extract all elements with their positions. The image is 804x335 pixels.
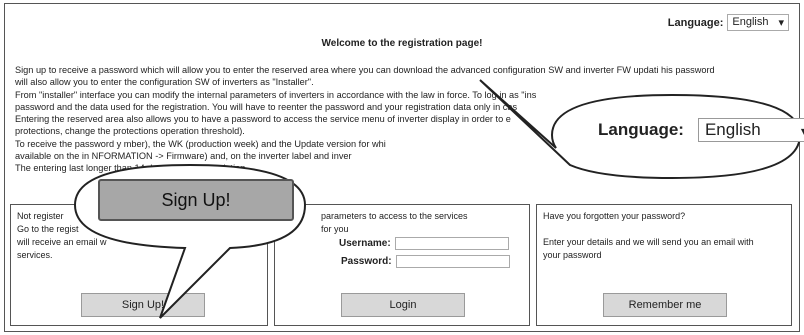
forgot-text-line: your password [543, 250, 602, 260]
forgot-spacer [543, 223, 785, 236]
language-callout-zoom: Language: English ▾ [598, 118, 804, 142]
signup-callout-button: Sign Up! [98, 179, 294, 221]
intro-line: Sign up to receive a password which will… [15, 65, 715, 75]
intro-line: will also allow you to enter the configu… [15, 77, 314, 88]
page-title: Welcome to the registration page! [321, 38, 483, 49]
language-value: English [732, 16, 769, 28]
remember-me-button[interactable]: Remember me [603, 293, 727, 317]
language-callout-value: English [704, 120, 761, 139]
intro-line: available on the in NFORMATION -> Firmwa… [15, 151, 352, 162]
intro-line: password and the data used for the regis… [15, 101, 518, 112]
language-callout-label: Language: [598, 120, 684, 139]
language-label: Language: [667, 16, 724, 29]
forgot-password-panel: Have you forgotten your password? Enter … [536, 204, 792, 326]
signup-text-line: services. [17, 250, 53, 260]
password-label: Password: [341, 256, 392, 267]
language-callout-dropdown: English ▾ [697, 118, 804, 142]
signup-text-line: Go to the regist [17, 224, 79, 234]
forgot-text-line: Enter your details and we will send you … [543, 237, 754, 247]
username-input[interactable] [394, 237, 509, 250]
login-panel: parameters to access to the services for… [274, 204, 530, 326]
username-label: Username: [339, 238, 391, 249]
intro-line: The entering last longer than 14 days fr… [15, 163, 248, 174]
password-input[interactable] [395, 255, 510, 268]
language-dropdown[interactable]: English ▾ [727, 14, 789, 31]
language-selector: Language: English ▾ [668, 14, 789, 31]
password-row: Password: [341, 255, 510, 268]
login-button[interactable]: Login [341, 293, 465, 317]
signup-panel: Not register Go to the regist will recei… [10, 204, 268, 326]
intro-line: From "installer" interface you can modif… [15, 89, 537, 100]
login-text-line: parameters to access to the services [321, 211, 468, 221]
signup-button[interactable]: Sign Up! [81, 293, 205, 317]
login-text-line: for you [321, 224, 349, 234]
username-row: Username: [339, 237, 509, 250]
chevron-down-icon: ▾ [778, 17, 784, 29]
signup-text-line: will receive an email w [17, 237, 107, 247]
forgot-text-line: Have you forgotten your password? [543, 211, 686, 221]
